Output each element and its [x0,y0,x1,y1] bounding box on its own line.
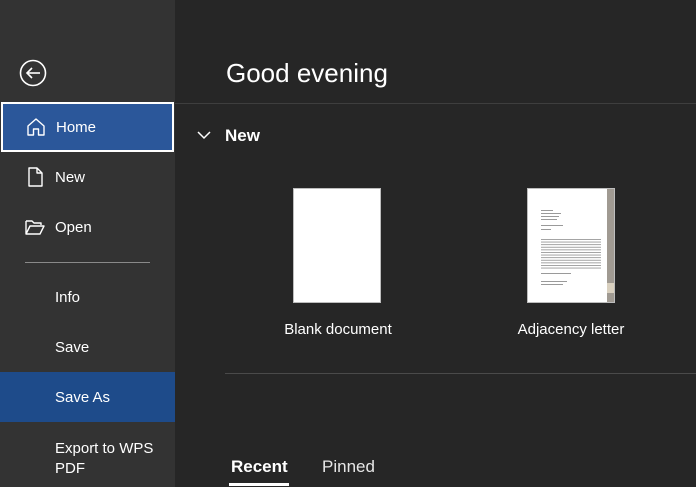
sidebar-item-label: Home [56,118,97,136]
letter-text-line [541,259,601,261]
active-tab-indicator [229,483,289,486]
letter-text-line [541,267,601,269]
section-divider [225,373,696,374]
letter-text-line [541,254,601,256]
letter-preview-graphic [541,210,601,285]
letter-text-line [541,249,601,251]
letter-text-line [541,252,601,253]
letter-text-line [541,273,571,274]
letter-text-line [541,225,563,226]
new-document-icon [28,167,43,187]
template-label[interactable]: Blank document [238,321,438,338]
letter-text-line [541,219,557,220]
sidebar-item-save-as[interactable]: Save As [0,372,175,422]
sidebar-item-open[interactable]: Open [0,202,175,252]
letter-text-line [541,281,567,282]
word-backstage-view: Home New Open Info Save Save As Export t… [0,0,696,487]
sidebar-item-new[interactable]: New [0,152,175,202]
backstage-sidebar: Home New Open Info Save Save As Export t… [0,0,175,487]
sidebar-item-label: Save [55,338,90,356]
letter-text-line [541,257,601,259]
letter-text-line [541,229,551,230]
sidebar-item-label: Save As [55,388,111,406]
letter-text-line [541,284,563,285]
letter-strip-highlight [607,283,614,293]
open-folder-icon [25,220,45,235]
sidebar-item-save[interactable]: Save [0,322,175,372]
letter-text-line [541,246,601,248]
sidebar-item-label: Info [55,288,81,306]
sidebar-divider [25,262,150,263]
blank-document-thumbnail[interactable] [293,188,381,303]
sidebar-item-home[interactable]: Home [1,102,174,152]
sidebar-item-info[interactable]: Info [0,272,175,322]
header-divider [175,103,696,104]
adjacency-letter-thumbnail[interactable] [527,188,615,303]
letter-text-line [541,265,601,266]
greeting-title: Good evening [226,58,388,88]
tab-recent[interactable]: Recent [231,457,288,477]
home-icon [27,118,45,136]
letter-text-line [541,262,601,264]
letter-side-strip [607,189,614,302]
letter-text-line [541,210,553,211]
letter-text-line [541,244,601,246]
letter-text-line [541,213,561,214]
sidebar-item-label: New [55,168,86,186]
sidebar-item-label: Open [55,218,92,236]
back-arrow-icon[interactable] [19,59,47,87]
letter-text-line [541,216,559,217]
tab-pinned[interactable]: Pinned [322,457,375,477]
template-label[interactable]: Adjacency letter [471,321,671,338]
chevron-down-icon[interactable] [196,127,212,143]
sidebar-item-export-to-wps-pdf[interactable]: Export to WPS PDF [0,425,175,485]
new-section-title[interactable]: New [225,126,260,146]
letter-text-line [541,241,601,243]
letter-text-line [541,239,601,240]
sidebar-item-label: Export to WPS PDF [55,440,154,477]
